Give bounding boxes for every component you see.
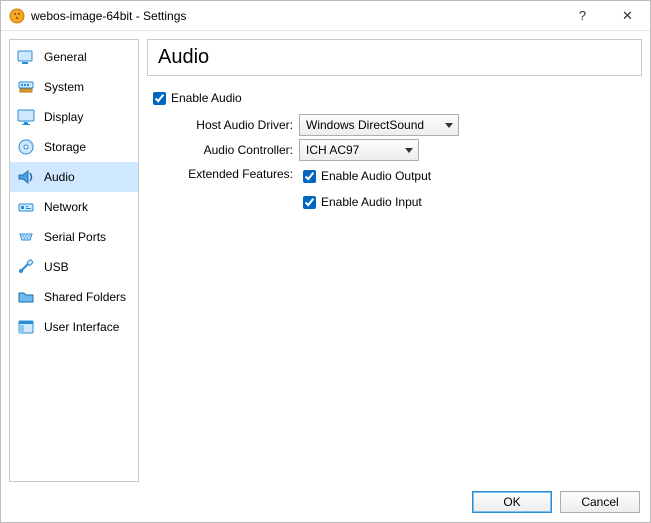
system-icon <box>16 77 36 97</box>
sidebar-item-display[interactable]: Display <box>10 102 138 132</box>
settings-window: webos-image-64bit - Settings ? ✕ General… <box>0 0 651 523</box>
network-icon <box>16 197 36 217</box>
user-interface-icon <box>16 317 36 337</box>
chevron-down-icon <box>445 118 453 132</box>
enable-audio-output-checkbox[interactable] <box>303 170 316 183</box>
sidebar-item-audio[interactable]: Audio <box>10 162 138 192</box>
storage-icon <box>16 137 36 157</box>
sidebar: General System Display Storage <box>9 39 139 482</box>
sidebar-item-label: Storage <box>44 140 86 154</box>
main-panel: Audio Enable Audio Host Audio Driver: Wi… <box>147 39 642 482</box>
sidebar-item-shared-folders[interactable]: Shared Folders <box>10 282 138 312</box>
display-icon <box>16 107 36 127</box>
sidebar-item-usb[interactable]: USB <box>10 252 138 282</box>
sidebar-item-system[interactable]: System <box>10 72 138 102</box>
extended-features-group: Enable Audio Output Enable Audio Input <box>299 164 431 218</box>
enable-audio-input-label: Enable Audio Input <box>321 195 422 209</box>
sidebar-item-label: User Interface <box>44 320 119 334</box>
audio-controller-label: Audio Controller: <box>169 143 299 157</box>
section-title: Audio <box>147 39 642 76</box>
sidebar-item-network[interactable]: Network <box>10 192 138 222</box>
sidebar-item-label: Display <box>44 110 83 124</box>
usb-icon <box>16 257 36 277</box>
host-audio-driver-select[interactable]: Windows DirectSound <box>299 114 459 136</box>
sidebar-item-serial-ports[interactable]: Serial Ports <box>10 222 138 252</box>
body: General System Display Storage <box>1 31 650 482</box>
sidebar-item-label: USB <box>44 260 69 274</box>
audio-controller-select[interactable]: ICH AC97 <box>299 139 419 161</box>
sidebar-item-label: Shared Folders <box>44 290 126 304</box>
window-title: webos-image-64bit - Settings <box>31 9 560 23</box>
sidebar-item-label: System <box>44 80 84 94</box>
enable-audio-checkbox[interactable] <box>153 92 166 105</box>
app-icon <box>9 8 25 24</box>
sidebar-item-user-interface[interactable]: User Interface <box>10 312 138 342</box>
help-icon: ? <box>579 8 586 23</box>
sidebar-item-general[interactable]: General <box>10 42 138 72</box>
footer: OK Cancel <box>1 482 650 522</box>
titlebar: webos-image-64bit - Settings ? ✕ <box>1 1 650 31</box>
sidebar-item-label: Network <box>44 200 88 214</box>
cancel-button[interactable]: Cancel <box>560 491 640 513</box>
close-button[interactable]: ✕ <box>605 1 650 31</box>
sidebar-item-label: Audio <box>44 170 75 184</box>
ok-button[interactable]: OK <box>472 491 552 513</box>
enable-audio-label: Enable Audio <box>171 91 242 105</box>
serial-ports-icon <box>16 227 36 247</box>
enable-audio-row: Enable Audio <box>149 86 638 110</box>
sidebar-item-label: General <box>44 50 87 64</box>
host-audio-driver-value: Windows DirectSound <box>306 118 424 132</box>
sidebar-item-storage[interactable]: Storage <box>10 132 138 162</box>
chevron-down-icon <box>405 143 413 157</box>
shared-folders-icon <box>16 287 36 307</box>
close-icon: ✕ <box>622 8 633 24</box>
audio-icon <box>16 167 36 187</box>
extended-features-label: Extended Features: <box>169 164 299 181</box>
enable-audio-input-checkbox[interactable] <box>303 196 316 209</box>
enable-audio-output-label: Enable Audio Output <box>321 169 431 183</box>
help-button[interactable]: ? <box>560 1 605 31</box>
host-audio-driver-label: Host Audio Driver: <box>169 118 299 132</box>
general-icon <box>16 47 36 67</box>
audio-controller-value: ICH AC97 <box>306 143 359 157</box>
sidebar-item-label: Serial Ports <box>44 230 106 244</box>
audio-settings: Enable Audio Host Audio Driver: Windows … <box>147 82 642 221</box>
